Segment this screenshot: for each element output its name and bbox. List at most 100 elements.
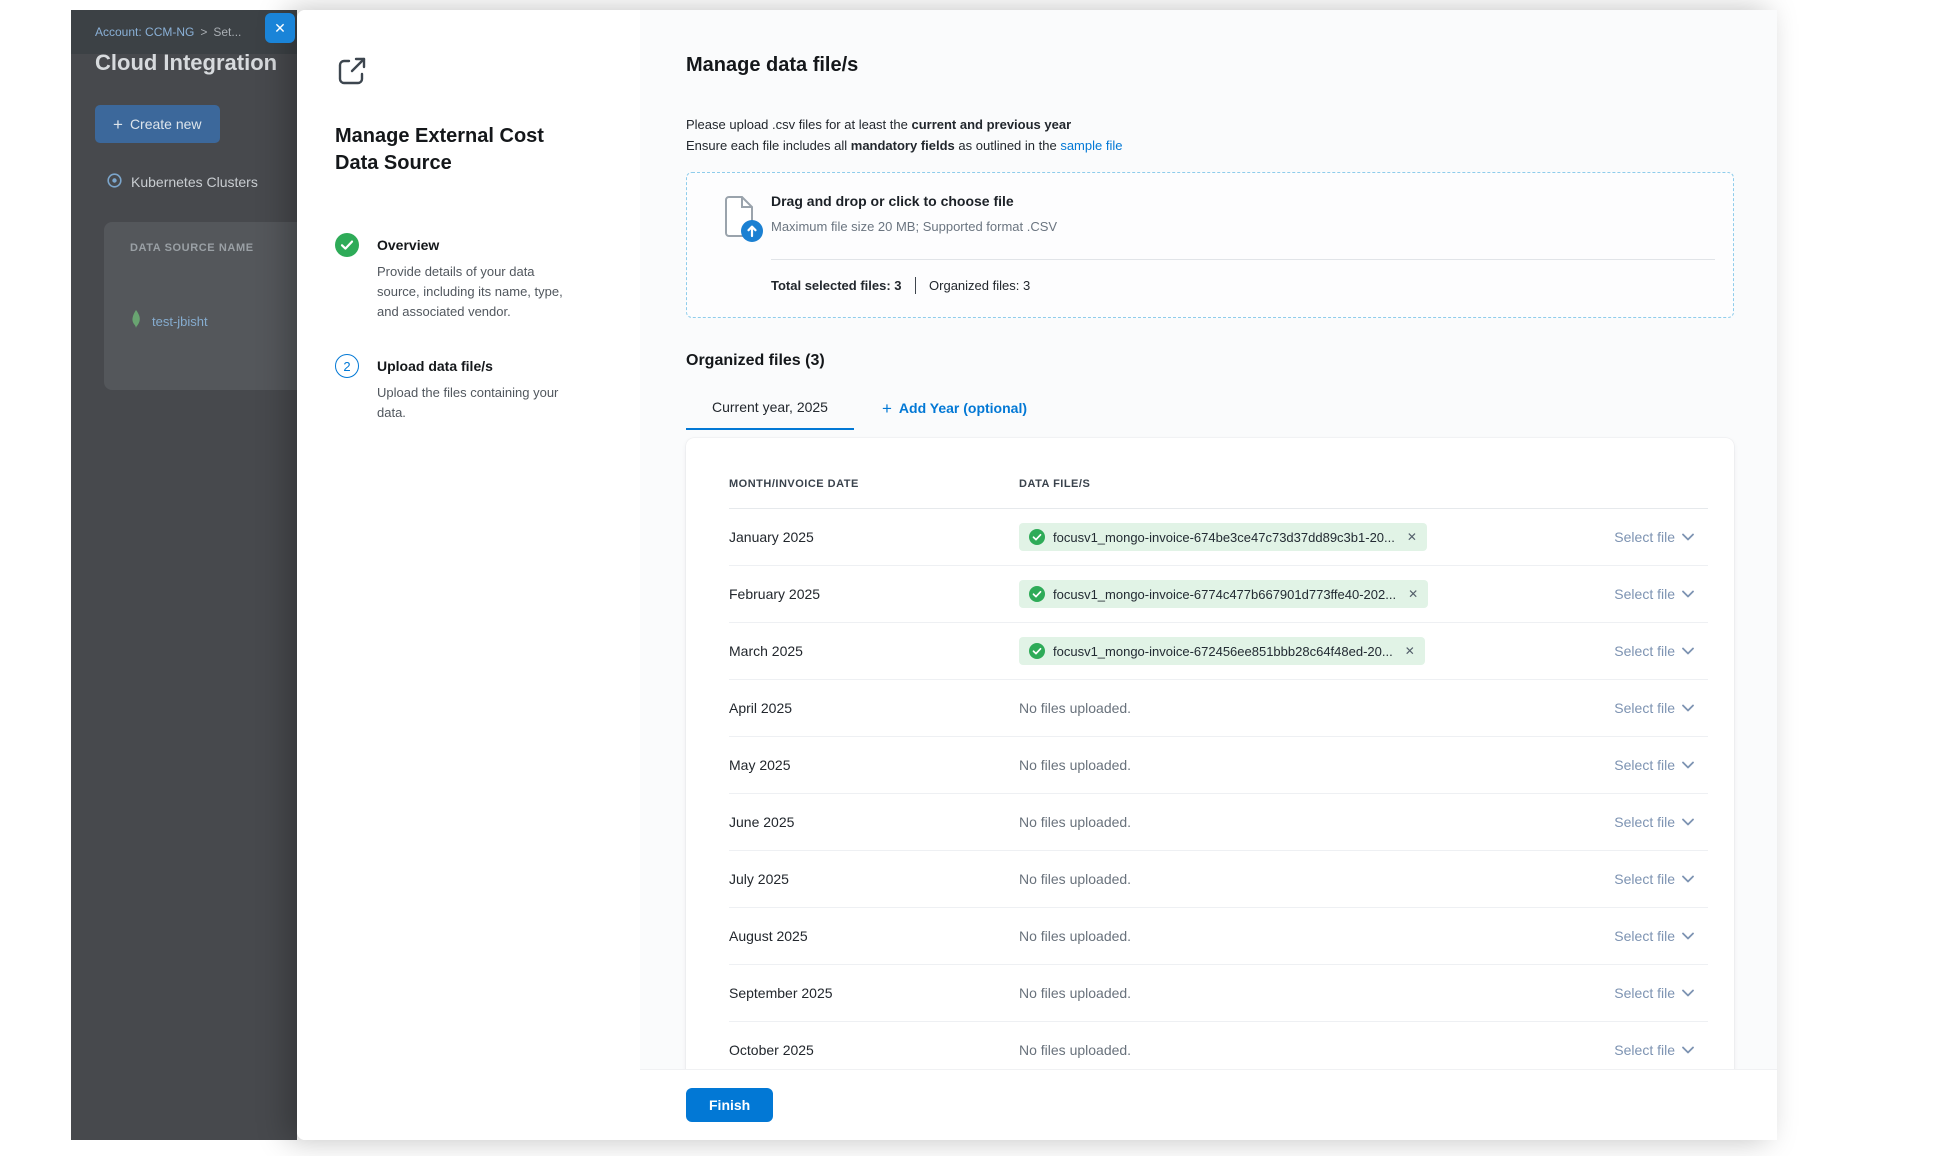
select-file-label: Select file bbox=[1614, 871, 1675, 887]
table-row: May 2025No files uploaded.Select file bbox=[729, 737, 1708, 794]
select-file-label: Select file bbox=[1614, 529, 1675, 545]
organized-files-count: Organized files: 3 bbox=[929, 278, 1030, 293]
select-file-dropdown[interactable]: Select file bbox=[1614, 814, 1694, 830]
tab-kubernetes-label: Kubernetes Clusters bbox=[131, 174, 258, 190]
file-check-icon bbox=[1029, 643, 1045, 659]
select-file-label: Select file bbox=[1614, 814, 1675, 830]
intro-line-1: Please upload .csv files for at least th… bbox=[686, 114, 1734, 135]
chevron-down-icon bbox=[1682, 818, 1694, 826]
month-label: February 2025 bbox=[729, 586, 1019, 602]
table-row: August 2025No files uploaded.Select file bbox=[729, 908, 1708, 965]
breadcrumb-account-link[interactable]: Account: CCM-NG bbox=[95, 25, 194, 39]
month-label: January 2025 bbox=[729, 529, 1019, 545]
breadcrumb-current: Set... bbox=[213, 25, 241, 39]
step-overview-description: Provide details of your data source, inc… bbox=[377, 262, 569, 322]
month-label: October 2025 bbox=[729, 1042, 1019, 1058]
no-files-text: No files uploaded. bbox=[1019, 928, 1131, 944]
check-circle-icon bbox=[335, 233, 359, 257]
wizard-step-overview[interactable]: Overview Provide details of your data so… bbox=[335, 233, 606, 322]
table-row: January 2025 focusv1_mongo-invoice-674be3… bbox=[729, 509, 1708, 566]
plus-icon: + bbox=[882, 400, 892, 417]
uploaded-file-chip: focusv1_mongo-invoice-672456ee851bbb28c6… bbox=[1019, 637, 1425, 665]
file-cell: No files uploaded. bbox=[1019, 700, 1614, 716]
vertical-divider bbox=[915, 277, 917, 294]
select-file-dropdown[interactable]: Select file bbox=[1614, 643, 1694, 659]
select-file-dropdown[interactable]: Select file bbox=[1614, 871, 1694, 887]
table-row: July 2025No files uploaded. Select file bbox=[729, 851, 1708, 908]
manage-data-source-drawer: Manage External Cost Data Source Overvie… bbox=[297, 10, 1777, 1140]
total-selected-files: Total selected files: 3 bbox=[771, 278, 902, 293]
wizard-panel: Manage External Cost Data Source Overvie… bbox=[297, 10, 640, 1140]
step-overview-label: Overview bbox=[377, 233, 569, 257]
no-files-text: No files uploaded. bbox=[1019, 985, 1131, 1001]
file-table-body: January 2025 focusv1_mongo-invoice-674be3… bbox=[729, 509, 1708, 1069]
month-label: July 2025 bbox=[729, 871, 1019, 887]
chevron-down-icon bbox=[1682, 533, 1694, 541]
step-number-badge: 2 bbox=[335, 354, 359, 378]
file-check-icon bbox=[1029, 586, 1045, 602]
remove-file-icon[interactable]: ✕ bbox=[1408, 587, 1418, 601]
column-header-data-source-name: DATA SOURCE NAME bbox=[130, 242, 254, 254]
year-tabs: Current year, 2025 + Add Year (optional) bbox=[686, 386, 1734, 430]
finish-button[interactable]: Finish bbox=[686, 1088, 773, 1122]
main-panel: Manage data file/s Please upload .csv fi… bbox=[640, 10, 1777, 1069]
launch-icon bbox=[335, 75, 369, 92]
wizard-step-upload[interactable]: 2 Upload data file/s Upload the files co… bbox=[335, 354, 606, 423]
select-file-label: Select file bbox=[1614, 928, 1675, 944]
breadcrumb-separator: > bbox=[200, 25, 207, 39]
tab-kubernetes-clusters[interactable]: Kubernetes Clusters bbox=[107, 173, 258, 191]
remove-file-icon[interactable]: ✕ bbox=[1405, 644, 1415, 658]
app-window: Account: CCM-NG > Set... Cloud Integrati… bbox=[71, 10, 1777, 1140]
data-source-link[interactable]: test-jbisht bbox=[152, 314, 208, 329]
select-file-dropdown[interactable]: Select file bbox=[1614, 1042, 1694, 1058]
sample-file-link[interactable]: sample file bbox=[1060, 138, 1122, 153]
select-file-label: Select file bbox=[1614, 586, 1675, 602]
chevron-down-icon bbox=[1682, 647, 1694, 655]
table-header: MONTH/INVOICE DATE DATA FILE/S bbox=[729, 438, 1708, 509]
no-files-text: No files uploaded. bbox=[1019, 700, 1131, 716]
file-upload-icon bbox=[719, 195, 765, 248]
divider bbox=[771, 259, 1715, 260]
breadcrumb: Account: CCM-NG > Set... bbox=[71, 10, 297, 54]
close-button[interactable]: ✕ bbox=[265, 13, 295, 43]
add-year-button[interactable]: + Add Year (optional) bbox=[882, 386, 1027, 430]
remove-file-icon[interactable]: ✕ bbox=[1407, 530, 1417, 544]
select-file-dropdown[interactable]: Select file bbox=[1614, 700, 1694, 716]
col-files-header: DATA FILE/S bbox=[1019, 478, 1090, 490]
chevron-down-icon bbox=[1682, 590, 1694, 598]
plus-icon: + bbox=[113, 116, 123, 133]
tab-current-year[interactable]: Current year, 2025 bbox=[686, 386, 854, 430]
uploaded-file-chip: focusv1_mongo-invoice-674be3ce47c73d37dd… bbox=[1019, 523, 1427, 551]
month-label: September 2025 bbox=[729, 985, 1019, 1001]
select-file-dropdown[interactable]: Select file bbox=[1614, 757, 1694, 773]
create-new-button[interactable]: + Create new bbox=[95, 105, 220, 143]
close-icon: ✕ bbox=[274, 20, 286, 37]
dimmed-background-page: Account: CCM-NG > Set... Cloud Integrati… bbox=[71, 10, 297, 1140]
month-label: April 2025 bbox=[729, 700, 1019, 716]
table-row: October 2025No files uploaded.Select fil… bbox=[729, 1022, 1708, 1069]
file-cell: focusv1_mongo-invoice-6774c477b667901d77… bbox=[1019, 580, 1614, 608]
file-name: focusv1_mongo-invoice-674be3ce47c73d37dd… bbox=[1053, 530, 1395, 545]
file-dropzone[interactable]: Drag and drop or click to choose file Ma… bbox=[686, 172, 1734, 318]
select-file-dropdown[interactable]: Select file bbox=[1614, 529, 1694, 545]
file-cell: No files uploaded. bbox=[1019, 757, 1614, 773]
dropzone-title: Drag and drop or click to choose file bbox=[771, 193, 1014, 209]
file-cell: No files uploaded. bbox=[1019, 928, 1614, 944]
file-cell: No files uploaded. bbox=[1019, 871, 1614, 887]
no-files-text: No files uploaded. bbox=[1019, 871, 1131, 887]
select-file-dropdown[interactable]: Select file bbox=[1614, 928, 1694, 944]
data-source-row: test-jbisht bbox=[130, 310, 208, 333]
no-files-text: No files uploaded. bbox=[1019, 757, 1131, 773]
file-cell: focusv1_mongo-invoice-674be3ce47c73d37dd… bbox=[1019, 523, 1614, 551]
intro-line-1-text: Please upload .csv files for at least th… bbox=[686, 117, 911, 132]
table-row: February 2025 focusv1_mongo-invoice-6774c… bbox=[729, 566, 1708, 623]
select-file-dropdown[interactable]: Select file bbox=[1614, 985, 1694, 1001]
file-cell: No files uploaded. bbox=[1019, 814, 1614, 830]
file-name: focusv1_mongo-invoice-6774c477b667901d77… bbox=[1053, 587, 1396, 602]
select-file-label: Select file bbox=[1614, 1042, 1675, 1058]
wizard-steps: Overview Provide details of your data so… bbox=[335, 233, 606, 423]
file-totals: Total selected files: 3 Organized files:… bbox=[771, 277, 1030, 294]
select-file-dropdown[interactable]: Select file bbox=[1614, 586, 1694, 602]
table-row: June 2025No files uploaded.Select file bbox=[729, 794, 1708, 851]
month-label: March 2025 bbox=[729, 643, 1019, 659]
